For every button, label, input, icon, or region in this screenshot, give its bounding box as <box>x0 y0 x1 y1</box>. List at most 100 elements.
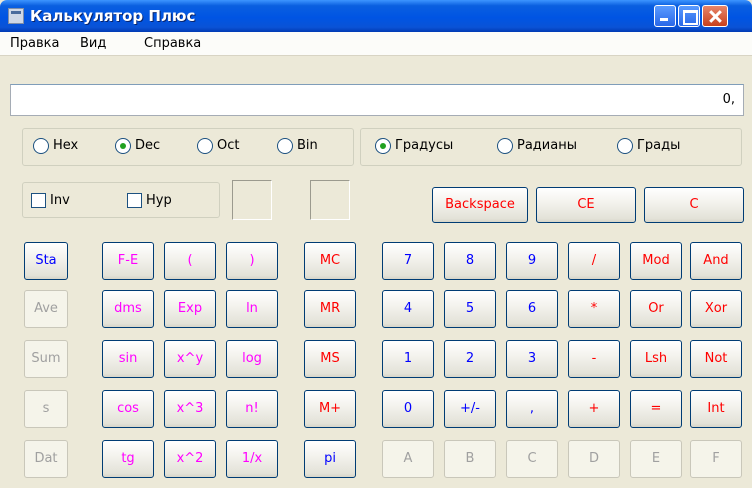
digit-2-button[interactable]: 2 <box>444 340 496 378</box>
button-label: s <box>42 401 50 416</box>
hex-d-button[interactable]: D <box>568 440 620 478</box>
backspace-button[interactable]: Backspace <box>432 187 528 223</box>
dms-button[interactable]: dms <box>102 290 154 328</box>
radio-label: Радианы <box>517 138 577 153</box>
ms-button[interactable]: MS <box>304 340 356 378</box>
button-label: * <box>590 301 598 316</box>
decimal-button[interactable]: , <box>506 390 558 428</box>
digit-6-button[interactable]: 6 <box>506 290 558 328</box>
menu-view[interactable]: Вид <box>80 36 106 51</box>
radio-label: Oct <box>217 138 240 153</box>
digit-9-button[interactable]: 9 <box>506 242 558 280</box>
clear-button[interactable]: C <box>644 187 744 223</box>
modifier-group: Inv Hyp <box>22 182 220 218</box>
and-button[interactable]: And <box>690 242 742 280</box>
result-display[interactable]: 0, <box>10 84 744 116</box>
calculator-app-icon <box>8 8 24 24</box>
factorial-button[interactable]: n! <box>226 390 278 428</box>
int-button[interactable]: Int <box>690 390 742 428</box>
button-label: 9 <box>527 253 537 268</box>
hex-c-button[interactable]: C <box>506 440 558 478</box>
divide-button[interactable]: / <box>568 242 620 280</box>
hex-a-button[interactable]: A <box>382 440 434 478</box>
ln-button[interactable]: ln <box>226 290 278 328</box>
fe-button[interactable]: F-E <box>102 242 154 280</box>
or-button[interactable]: Or <box>630 290 682 328</box>
x-pow-y-button[interactable]: x^y <box>164 340 216 378</box>
menu-help[interactable]: Справка <box>144 36 201 51</box>
add-button[interactable]: + <box>568 390 620 428</box>
subtract-button[interactable]: - <box>568 340 620 378</box>
checkbox-box <box>127 193 142 208</box>
button-label: 7 <box>403 253 413 268</box>
radio-indicator-selected <box>115 138 131 154</box>
x-squared-button[interactable]: x^2 <box>164 440 216 478</box>
button-label: Exp <box>177 301 203 316</box>
button-label: +/- <box>460 401 480 416</box>
digit-8-button[interactable]: 8 <box>444 242 496 280</box>
button-label: Xor <box>704 301 728 316</box>
ave-button[interactable]: Ave <box>24 290 68 328</box>
close-paren-button[interactable]: ) <box>226 242 278 280</box>
cos-button[interactable]: cos <box>102 390 154 428</box>
sta-button[interactable]: Sta <box>24 242 68 280</box>
title-bar[interactable]: Калькулятор Плюс <box>0 0 752 32</box>
button-label: Lsh <box>644 351 668 366</box>
x-cubed-button[interactable]: x^3 <box>164 390 216 428</box>
button-label: Sta <box>35 253 57 268</box>
mod-button[interactable]: Mod <box>630 242 682 280</box>
button-label: 6 <box>527 301 537 316</box>
button-label: Ave <box>34 301 58 316</box>
button-label: A <box>403 451 413 466</box>
menu-edit[interactable]: Правка <box>10 36 59 51</box>
button-label: C <box>689 197 699 212</box>
digit-1-button[interactable]: 1 <box>382 340 434 378</box>
digit-7-button[interactable]: 7 <box>382 242 434 280</box>
s-button[interactable]: s <box>24 390 68 428</box>
exp-button[interactable]: Exp <box>164 290 216 328</box>
m-plus-button[interactable]: M+ <box>304 390 356 428</box>
digit-0-button[interactable]: 0 <box>382 390 434 428</box>
button-label: Dat <box>34 451 58 466</box>
negate-button[interactable]: +/- <box>444 390 496 428</box>
not-button[interactable]: Not <box>690 340 742 378</box>
digit-5-button[interactable]: 5 <box>444 290 496 328</box>
maximize-button[interactable] <box>678 5 700 27</box>
sin-button[interactable]: sin <box>102 340 154 378</box>
equals-button[interactable]: = <box>630 390 682 428</box>
close-button[interactable] <box>702 5 728 27</box>
xor-button[interactable]: Xor <box>690 290 742 328</box>
checkbox-label: Hyp <box>146 193 172 208</box>
pi-button[interactable]: pi <box>304 440 356 478</box>
lsh-button[interactable]: Lsh <box>630 340 682 378</box>
digit-3-button[interactable]: 3 <box>506 340 558 378</box>
radio-indicator <box>33 138 49 154</box>
open-paren-button[interactable]: ( <box>164 242 216 280</box>
hex-f-button[interactable]: F <box>690 440 742 478</box>
reciprocal-button[interactable]: 1/x <box>226 440 278 478</box>
minimize-button[interactable] <box>654 5 676 27</box>
button-label: 1/x <box>241 451 263 466</box>
mr-button[interactable]: MR <box>304 290 356 328</box>
sum-button[interactable]: Sum <box>24 340 68 378</box>
button-label: x^y <box>176 351 204 366</box>
button-label: F-E <box>117 253 139 268</box>
radio-indicator <box>497 138 513 154</box>
mc-button[interactable]: MC <box>304 242 356 280</box>
button-label: 0 <box>403 401 413 416</box>
dat-button[interactable]: Dat <box>24 440 68 478</box>
memory-indicator <box>232 180 272 220</box>
button-label: F <box>712 451 720 466</box>
button-label: 1 <box>403 351 413 366</box>
hex-e-button[interactable]: E <box>630 440 682 478</box>
button-label: x^3 <box>176 401 204 416</box>
button-label: x^2 <box>176 451 204 466</box>
hex-b-button[interactable]: B <box>444 440 496 478</box>
digit-4-button[interactable]: 4 <box>382 290 434 328</box>
multiply-button[interactable]: * <box>568 290 620 328</box>
tg-button[interactable]: tg <box>102 440 154 478</box>
button-label: Sum <box>31 351 61 366</box>
clear-entry-button[interactable]: CE <box>536 187 636 223</box>
button-label: log <box>242 351 262 366</box>
log-button[interactable]: log <box>226 340 278 378</box>
